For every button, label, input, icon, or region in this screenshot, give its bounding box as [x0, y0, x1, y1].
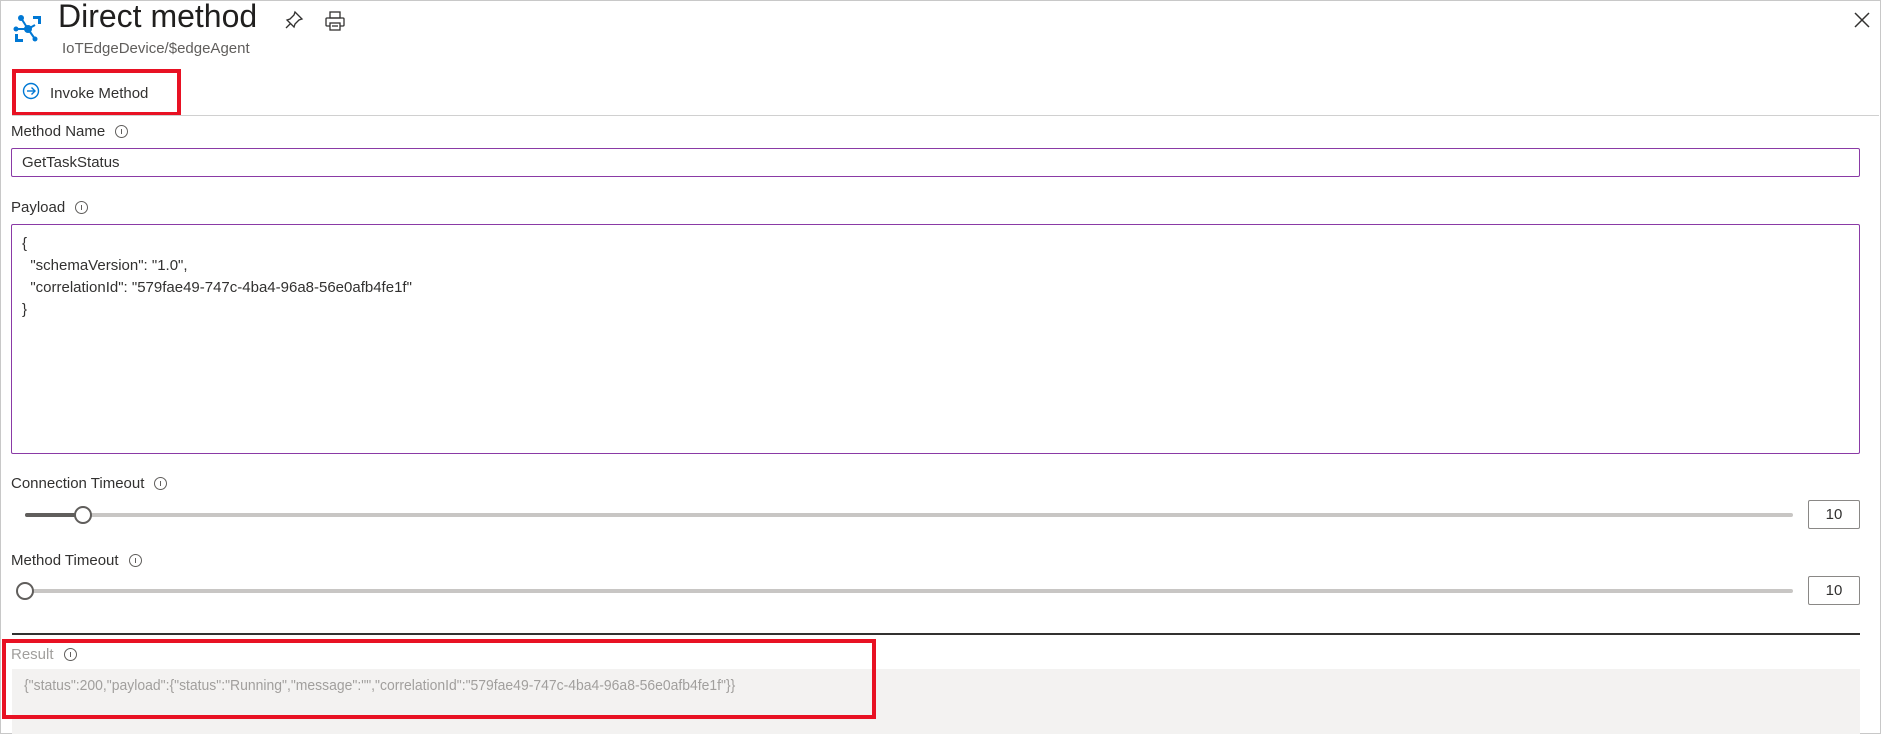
print-icon[interactable]: [324, 10, 346, 32]
result-label-row: Result: [11, 646, 77, 663]
info-icon[interactable]: [115, 125, 129, 138]
info-icon[interactable]: [128, 554, 142, 567]
payload-textarea[interactable]: [11, 224, 1860, 454]
method-timeout-input[interactable]: [1808, 576, 1860, 605]
info-icon[interactable]: [75, 201, 89, 214]
breadcrumb-subtitle: IoTEdgeDevice/$edgeAgent: [62, 40, 250, 57]
method-timeout-label-row: Method Timeout: [11, 552, 142, 569]
arrow-circle-right-icon: [22, 82, 40, 104]
method-timeout-label: Method Timeout: [11, 552, 119, 569]
close-icon[interactable]: [1852, 10, 1872, 30]
info-icon[interactable]: [154, 477, 168, 490]
connection-timeout-slider[interactable]: [25, 506, 1793, 524]
pin-icon[interactable]: [284, 10, 304, 30]
result-output: {"status":200,"payload":{"status":"Runni…: [24, 677, 736, 694]
slider-thumb[interactable]: [16, 582, 34, 600]
result-label: Result: [11, 646, 54, 663]
method-name-label-row: Method Name: [11, 123, 129, 140]
command-bar-divider: [12, 115, 1879, 116]
page-title: Direct method: [58, 0, 258, 34]
payload-label-row: Payload: [11, 199, 89, 216]
method-name-label: Method Name: [11, 123, 106, 140]
invoke-method-label: Invoke Method: [50, 84, 149, 102]
method-name-input[interactable]: [11, 148, 1860, 177]
connection-timeout-label-row: Connection Timeout: [11, 475, 168, 492]
payload-label: Payload: [11, 199, 66, 216]
connection-timeout-input[interactable]: [1808, 500, 1860, 529]
iot-hub-device-icon: [11, 12, 45, 46]
section-divider: [12, 633, 1860, 635]
method-timeout-slider[interactable]: [16, 582, 1793, 600]
invoke-method-button[interactable]: Invoke Method: [22, 80, 148, 106]
info-icon[interactable]: [63, 648, 77, 661]
connection-timeout-label: Connection Timeout: [11, 475, 145, 492]
